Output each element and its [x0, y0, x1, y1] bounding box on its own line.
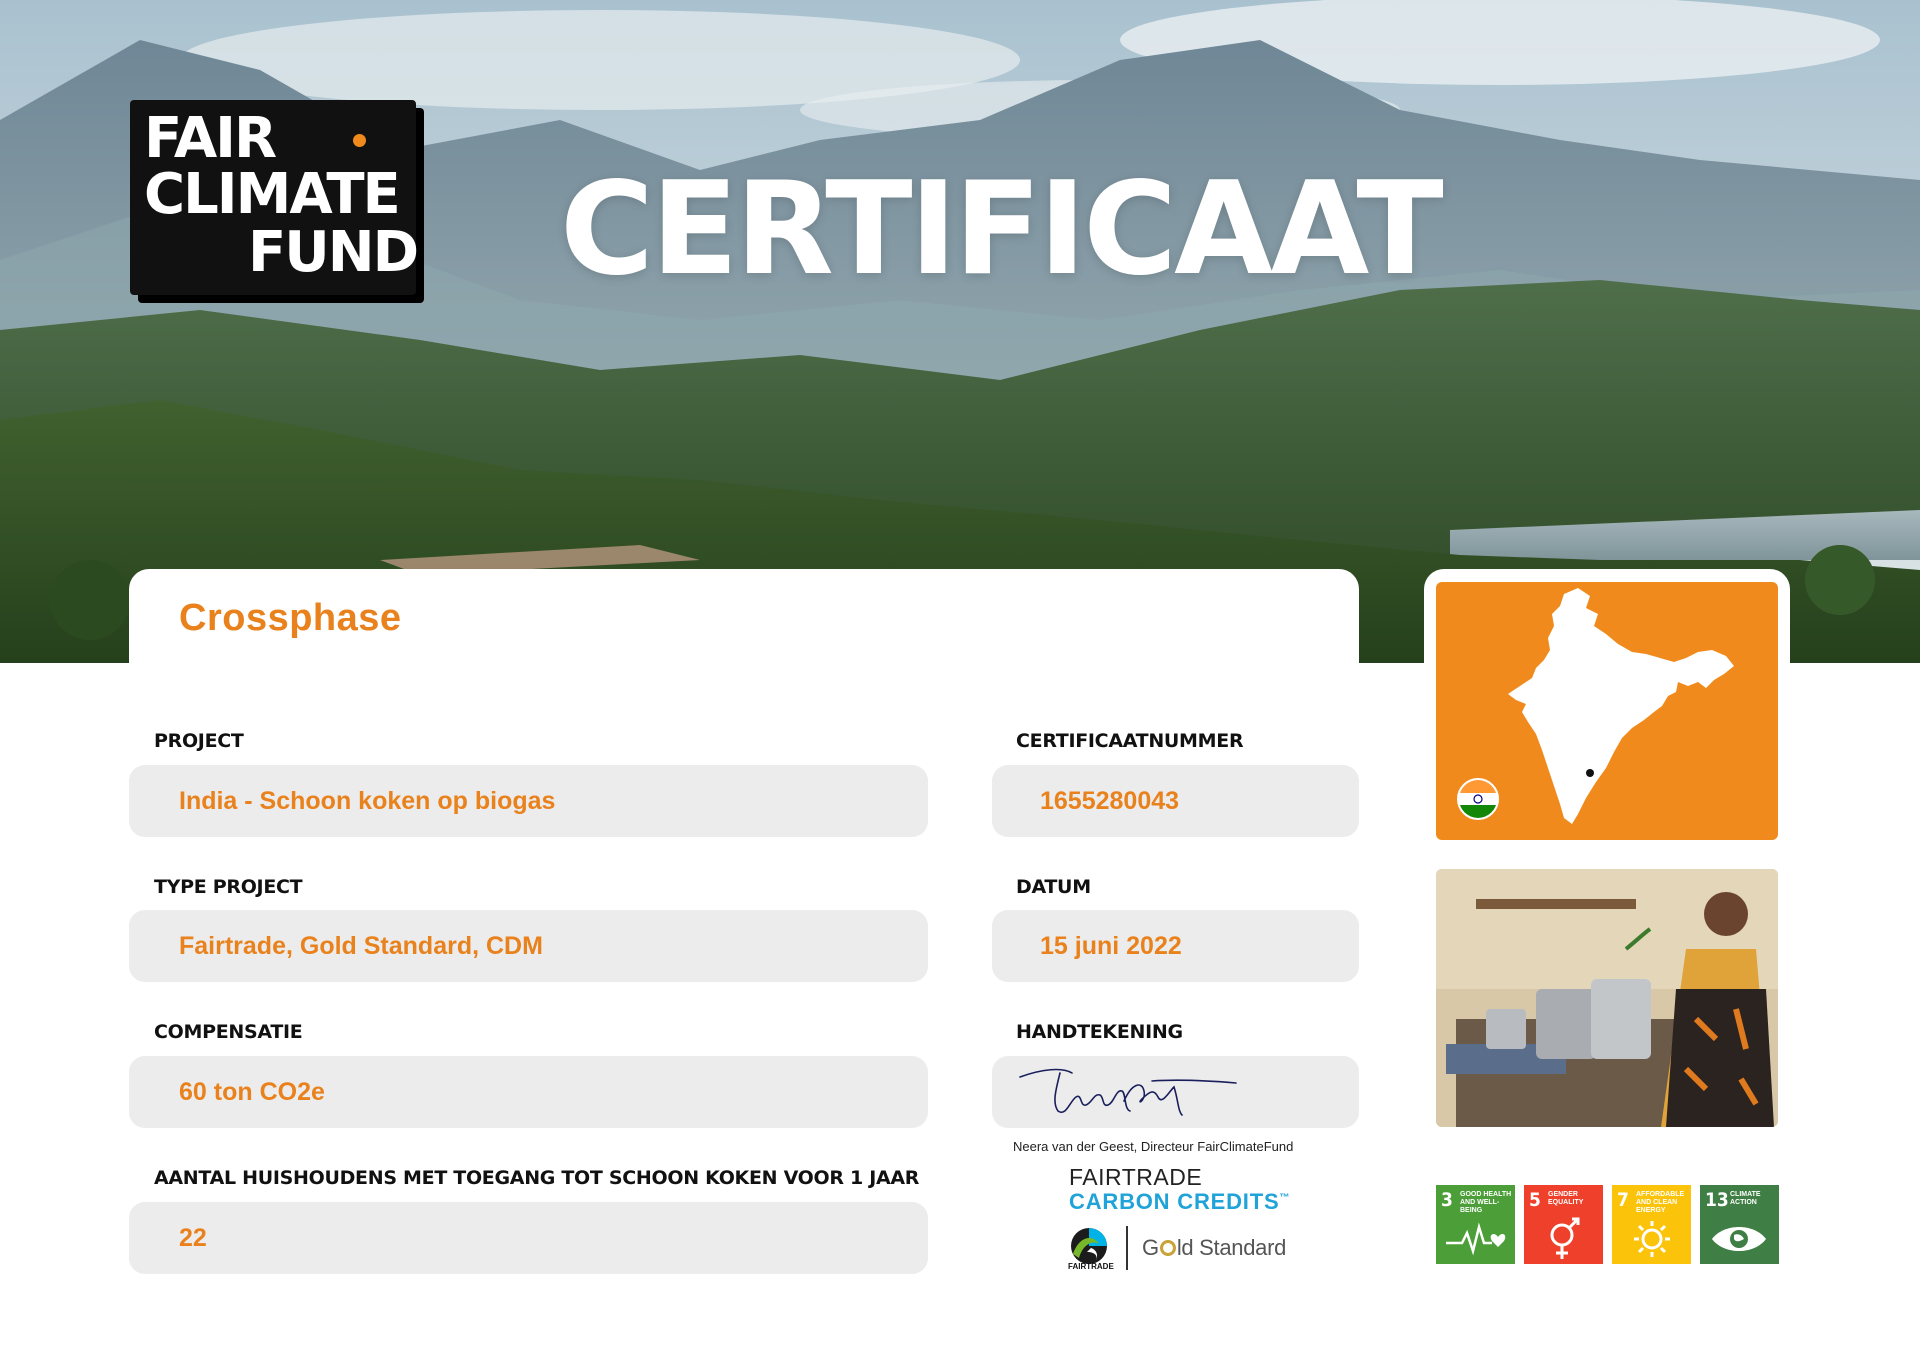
datum-value: 15 juni 2022 [1040, 931, 1182, 960]
sdg-13-number: 13 [1705, 1189, 1729, 1211]
huishoudens-label: AANTAL HUISHOUDENS MET TOEGANG TOT SCHOO… [154, 1167, 920, 1189]
project-label: PROJECT [154, 730, 244, 752]
certificaatnummer-label: CERTIFICAATNUMMER [1016, 730, 1244, 752]
fair-climate-fund-logo: FAIR CLIMATE FUND [130, 100, 419, 295]
signature-image [1019, 1068, 1237, 1116]
certificaatnummer-field: 1655280043 [992, 765, 1359, 837]
sdg-3-number: 3 [1441, 1189, 1453, 1211]
datum-field: 15 juni 2022 [992, 910, 1359, 982]
compensatie-value: 60 ton CO2e [179, 1077, 325, 1106]
gold-standard-text-end: ld Standard [1176, 1235, 1287, 1260]
huishoudens-value: 22 [179, 1223, 207, 1252]
trademark-symbol: ™ [1279, 1192, 1291, 1204]
page-title: CERTIFICAAT [560, 155, 1444, 304]
signature-field [992, 1056, 1359, 1128]
datum-label: DATUM [1016, 876, 1091, 898]
sdg-13-tile: 13 Climate action [1700, 1185, 1779, 1264]
logo-dot-icon [353, 134, 366, 147]
fairtrade-mark-icon [1071, 1228, 1107, 1264]
huishoudens-field: 22 [129, 1202, 928, 1274]
gold-standard-ring-icon [1159, 1239, 1176, 1256]
signature-caption: Neera van der Geest, Directeur FairClima… [1013, 1139, 1294, 1154]
gold-standard-logo: Gld Standard [1142, 1235, 1286, 1261]
sdg-5-number: 5 [1529, 1189, 1541, 1211]
sdg-13-text: Climate action [1730, 1191, 1761, 1206]
sdg-7-number: 7 [1617, 1189, 1629, 1211]
sdg-3-text: Good health and well-being [1460, 1191, 1512, 1214]
compensatie-field: 60 ton CO2e [129, 1056, 928, 1128]
logo-divider [1126, 1226, 1128, 1270]
flag-image [1459, 780, 1497, 818]
photo-image [1436, 869, 1778, 1127]
type-project-field: Fairtrade, Gold Standard, CDM [129, 910, 928, 982]
carbon-credits-text: CARBON CREDITS [1069, 1189, 1280, 1214]
carbon-credits-title: CARBON CREDITS™ [1069, 1189, 1290, 1215]
logo-text-fund: FUND [248, 220, 419, 285]
sdg-7-text: Affordable and clean energy [1636, 1191, 1685, 1214]
sdg-7-tile: 7 Affordable and clean energy [1612, 1185, 1691, 1264]
sdg-3-tile: 3 Good health and well-being [1436, 1185, 1515, 1264]
cooking-woman-photo [1436, 869, 1778, 1127]
project-value: India - Schoon koken op biogas [179, 786, 556, 815]
certificaatnummer-value: 1655280043 [1040, 786, 1180, 815]
handtekening-label: HANDTEKENING [1016, 1021, 1183, 1043]
type-project-label: TYPE PROJECT [154, 876, 303, 898]
gold-standard-text-start: G [1142, 1235, 1159, 1260]
sdg-5-text: Gender equality [1548, 1191, 1584, 1206]
project-field: India - Schoon koken op biogas [129, 765, 928, 837]
type-project-value: Fairtrade, Gold Standard, CDM [179, 931, 543, 960]
fairtrade-title: FAIRTRADE [1069, 1164, 1203, 1190]
fairtrade-small-text: FAIRTRADE [1068, 1262, 1114, 1271]
donor-name: Crossphase [179, 597, 402, 639]
logo-text-climate: CLIMATE [144, 162, 401, 227]
india-flag-icon [1457, 778, 1499, 820]
compensatie-label: COMPENSATIE [154, 1021, 303, 1043]
sdg-5-tile: 5 Gender equality [1524, 1185, 1603, 1264]
